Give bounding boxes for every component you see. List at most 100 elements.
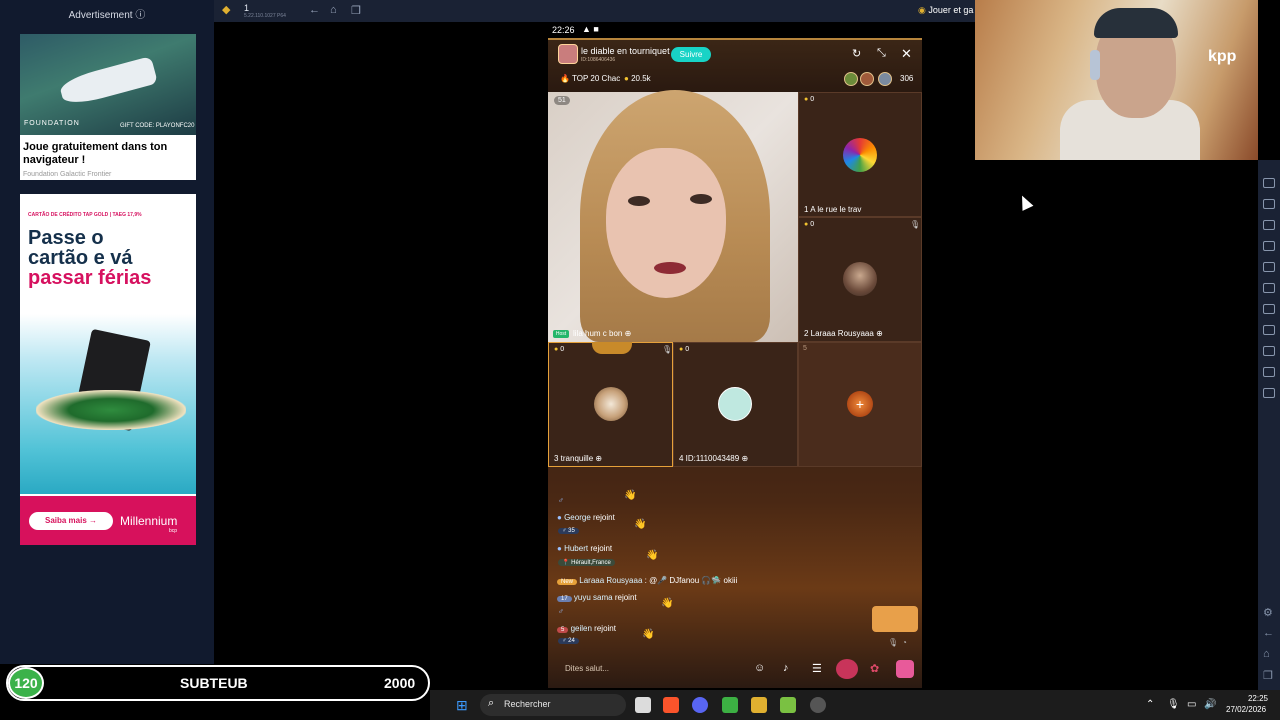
- ad-title[interactable]: Joue gratuitement dans ton navigateur !: [23, 141, 193, 167]
- ad-bank-sub: bcp: [169, 528, 178, 534]
- rose-icon[interactable]: ✿: [870, 662, 879, 675]
- pk-event-icon[interactable]: [872, 606, 918, 632]
- avatar[interactable]: [718, 387, 752, 421]
- tray-chevron-icon[interactable]: ⌃: [1146, 699, 1154, 710]
- avatar[interactable]: [594, 387, 628, 421]
- chat-text: rejoint: [594, 624, 616, 633]
- discord-icon[interactable]: [692, 697, 708, 713]
- coins-stat[interactable]: ● 20.5k: [624, 74, 651, 83]
- seat-label-text: 2 Laraaa Rousyaaa: [804, 329, 874, 338]
- new-badge: New: [557, 579, 578, 585]
- room-name[interactable]: le diable en tourniquet: [581, 46, 670, 56]
- toolbar-icon-7[interactable]: [1263, 304, 1275, 314]
- chat-username[interactable]: George: [564, 513, 591, 522]
- ad-card-millennium[interactable]: CARTÃO DE CRÉDITO TAP GOLD | TAEG 17,9% …: [20, 194, 196, 545]
- chat-message[interactable]: New Laraaa Rousyaaa : @🎤 DJfanou 🎧🛸 okii…: [557, 576, 737, 585]
- ad-cta-button[interactable]: Saiba mais →: [29, 512, 113, 530]
- close-icon[interactable]: ✕: [901, 46, 912, 62]
- windows-start-icon[interactable]: ⊞: [456, 697, 468, 714]
- emoji-icon[interactable]: ☺: [754, 662, 765, 674]
- seat-score-value: 0: [560, 346, 565, 353]
- toolbar-icon-5[interactable]: [1263, 262, 1275, 272]
- follow-button[interactable]: Suivre: [671, 47, 711, 62]
- add-icon[interactable]: ⊕: [625, 329, 632, 338]
- chat-username[interactable]: geilen: [571, 624, 592, 633]
- chat-message[interactable]: 17 yuyu sama rejoint: [557, 593, 637, 602]
- file-explorer-icon[interactable]: [635, 697, 651, 713]
- back-icon[interactable]: ←: [309, 4, 320, 16]
- taskbar-search[interactable]: [480, 694, 626, 716]
- chat-message[interactable]: 5 geilen rejoint: [557, 624, 616, 633]
- app-logo-icon: ◆: [222, 4, 231, 16]
- avatar[interactable]: [843, 262, 877, 296]
- location-badge-value: Hérault,France: [571, 560, 611, 566]
- chat-text: : @🎤 DJfanou 🎧🛸 okiii: [644, 576, 738, 585]
- settings-icon[interactable]: ⚙: [1263, 606, 1273, 619]
- add-seat-icon[interactable]: +: [847, 391, 873, 417]
- home-icon[interactable]: ⌂: [330, 4, 337, 16]
- viewer-avatar[interactable]: [860, 72, 874, 86]
- toolbar-icon-9[interactable]: [1263, 346, 1275, 356]
- volume-icon[interactable]: 🔊: [1204, 699, 1216, 710]
- multi-window-icon[interactable]: ❐: [351, 4, 361, 17]
- chat-username[interactable]: yuyu sama: [574, 593, 613, 602]
- toolbar-icon-1[interactable]: [1263, 178, 1275, 188]
- chat-message[interactable]: ● Hubert rejoint: [557, 544, 612, 553]
- chat-message[interactable]: ● George rejoint: [557, 513, 615, 522]
- toolbar-icon-3[interactable]: [1263, 220, 1275, 230]
- mic-muted-icon: 🎙: [910, 220, 921, 229]
- toolbar-icon-2[interactable]: [1263, 199, 1275, 209]
- top-rank[interactable]: 🔥 TOP 20 Chac: [560, 74, 620, 83]
- add-icon[interactable]: ⊕: [741, 454, 748, 463]
- host-name[interactable]: lila hum c bon ⊕: [573, 329, 631, 338]
- viewer-avatar[interactable]: [844, 72, 858, 86]
- network-icon[interactable]: ▭: [1187, 699, 1196, 710]
- ad-headline-2: cartão e vá: [28, 247, 133, 269]
- avatar[interactable]: [843, 138, 877, 172]
- ad-tag: CARTÃO DE CRÉDITO TAP GOLD | TAEG 17,9%: [28, 212, 142, 218]
- obs-icon[interactable]: [810, 697, 826, 713]
- room-avatar[interactable]: [558, 44, 578, 64]
- info-icon[interactable]: ⓘ: [135, 10, 145, 21]
- game-icon[interactable]: [836, 659, 858, 679]
- back-arrow-icon[interactable]: ←: [1263, 627, 1274, 639]
- level-badge-value: 24: [568, 638, 575, 644]
- spreadsheet-icon[interactable]: [722, 697, 738, 713]
- play-app-icon[interactable]: [780, 697, 796, 713]
- sub-goal-target: 2000: [384, 675, 416, 691]
- minimize-icon[interactable]: ⤡: [877, 47, 886, 60]
- recent-apps-icon[interactable]: ❐: [1263, 669, 1273, 682]
- chat-username[interactable]: Laraaa Rousyaaa: [579, 576, 642, 585]
- toolbar-icon-11[interactable]: [1263, 388, 1275, 398]
- host-face: [606, 148, 726, 298]
- clock-date[interactable]: 27/02/2026: [1226, 705, 1266, 714]
- chat-username[interactable]: Hubert: [564, 544, 588, 553]
- clock-time[interactable]: 22:25: [1246, 694, 1268, 703]
- brave-browser-icon[interactable]: [663, 697, 679, 713]
- add-icon[interactable]: ⊕: [595, 454, 602, 463]
- play-link[interactable]: ◉ Jouer et ga: [918, 5, 973, 16]
- toolbar-icon-10[interactable]: [1263, 367, 1275, 377]
- microphone-icon[interactable]: 🎙: [1167, 699, 1180, 710]
- home-icon[interactable]: ⌂: [1263, 648, 1270, 660]
- gift-icon[interactable]: [896, 660, 914, 678]
- viewer-count[interactable]: 306: [900, 74, 913, 83]
- menu-icon[interactable]: ☰: [812, 662, 822, 675]
- ad-card-foundation[interactable]: FOUNDATION GIFT CODE: PLAYONFC20 Joue gr…: [20, 34, 196, 180]
- chat-input[interactable]: Dites salut...: [565, 664, 609, 673]
- emulator-app-icon[interactable]: [751, 697, 767, 713]
- emulator-topbar: [214, 0, 975, 22]
- viewer-avatar[interactable]: [878, 72, 892, 86]
- toolbar-icon-6[interactable]: [1263, 283, 1275, 293]
- voice-icon[interactable]: ♪: [783, 662, 789, 674]
- toolbar-icon-4[interactable]: [1263, 241, 1275, 251]
- seat-score-value: 0: [810, 96, 815, 103]
- ad-bank-name: Millennium: [120, 514, 178, 528]
- seat-label: 1 A le rue le trav: [804, 205, 862, 214]
- seat-number: 5: [803, 345, 807, 352]
- ad-headline-1: Passe o: [28, 227, 104, 249]
- share-icon[interactable]: ↻: [852, 47, 861, 60]
- status-icons: ▲ ■: [582, 24, 599, 34]
- add-icon[interactable]: ⊕: [876, 329, 883, 338]
- toolbar-icon-8[interactable]: [1263, 325, 1275, 335]
